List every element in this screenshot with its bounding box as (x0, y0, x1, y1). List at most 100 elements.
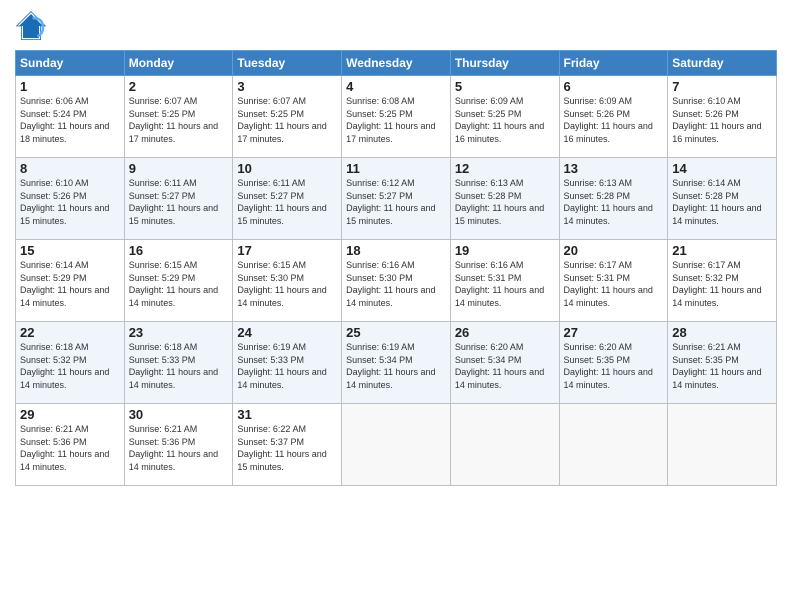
day-number: 23 (129, 325, 229, 340)
calendar-header: SundayMondayTuesdayWednesdayThursdayFrid… (16, 51, 777, 76)
day-info: Sunrise: 6:10 AM Sunset: 5:26 PM Dayligh… (20, 177, 120, 227)
day-info: Sunrise: 6:12 AM Sunset: 5:27 PM Dayligh… (346, 177, 446, 227)
day-info: Sunrise: 6:21 AM Sunset: 5:36 PM Dayligh… (129, 423, 229, 473)
day-number: 17 (237, 243, 337, 258)
day-info: Sunrise: 6:20 AM Sunset: 5:34 PM Dayligh… (455, 341, 555, 391)
week-row-3: 15 Sunrise: 6:14 AM Sunset: 5:29 PM Dayl… (16, 240, 777, 322)
calendar-cell: 1 Sunrise: 6:06 AM Sunset: 5:24 PM Dayli… (16, 76, 125, 158)
day-info: Sunrise: 6:19 AM Sunset: 5:34 PM Dayligh… (346, 341, 446, 391)
day-info: Sunrise: 6:09 AM Sunset: 5:26 PM Dayligh… (564, 95, 664, 145)
day-info: Sunrise: 6:14 AM Sunset: 5:28 PM Dayligh… (672, 177, 772, 227)
day-number: 24 (237, 325, 337, 340)
calendar-body: 1 Sunrise: 6:06 AM Sunset: 5:24 PM Dayli… (16, 76, 777, 486)
day-info: Sunrise: 6:22 AM Sunset: 5:37 PM Dayligh… (237, 423, 337, 473)
week-row-5: 29 Sunrise: 6:21 AM Sunset: 5:36 PM Dayl… (16, 404, 777, 486)
logo (15, 10, 51, 42)
calendar-cell: 6 Sunrise: 6:09 AM Sunset: 5:26 PM Dayli… (559, 76, 668, 158)
calendar-cell (450, 404, 559, 486)
day-info: Sunrise: 6:13 AM Sunset: 5:28 PM Dayligh… (455, 177, 555, 227)
calendar-cell: 18 Sunrise: 6:16 AM Sunset: 5:30 PM Dayl… (342, 240, 451, 322)
calendar-cell (559, 404, 668, 486)
calendar-cell: 3 Sunrise: 6:07 AM Sunset: 5:25 PM Dayli… (233, 76, 342, 158)
day-header-thursday: Thursday (450, 51, 559, 76)
header (15, 10, 777, 42)
day-number: 14 (672, 161, 772, 176)
day-info: Sunrise: 6:21 AM Sunset: 5:36 PM Dayligh… (20, 423, 120, 473)
day-info: Sunrise: 6:15 AM Sunset: 5:30 PM Dayligh… (237, 259, 337, 309)
calendar-cell (668, 404, 777, 486)
day-number: 27 (564, 325, 664, 340)
day-number: 18 (346, 243, 446, 258)
day-number: 31 (237, 407, 337, 422)
calendar-cell: 10 Sunrise: 6:11 AM Sunset: 5:27 PM Dayl… (233, 158, 342, 240)
day-header-monday: Monday (124, 51, 233, 76)
calendar-cell: 22 Sunrise: 6:18 AM Sunset: 5:32 PM Dayl… (16, 322, 125, 404)
calendar-cell: 5 Sunrise: 6:09 AM Sunset: 5:25 PM Dayli… (450, 76, 559, 158)
calendar-cell: 30 Sunrise: 6:21 AM Sunset: 5:36 PM Dayl… (124, 404, 233, 486)
calendar-cell: 26 Sunrise: 6:20 AM Sunset: 5:34 PM Dayl… (450, 322, 559, 404)
calendar-cell: 14 Sunrise: 6:14 AM Sunset: 5:28 PM Dayl… (668, 158, 777, 240)
day-info: Sunrise: 6:15 AM Sunset: 5:29 PM Dayligh… (129, 259, 229, 309)
day-info: Sunrise: 6:07 AM Sunset: 5:25 PM Dayligh… (129, 95, 229, 145)
calendar-cell: 20 Sunrise: 6:17 AM Sunset: 5:31 PM Dayl… (559, 240, 668, 322)
calendar-cell: 7 Sunrise: 6:10 AM Sunset: 5:26 PM Dayli… (668, 76, 777, 158)
day-header-tuesday: Tuesday (233, 51, 342, 76)
day-info: Sunrise: 6:19 AM Sunset: 5:33 PM Dayligh… (237, 341, 337, 391)
calendar-cell: 21 Sunrise: 6:17 AM Sunset: 5:32 PM Dayl… (668, 240, 777, 322)
day-number: 15 (20, 243, 120, 258)
logo-icon (15, 10, 47, 42)
day-header-friday: Friday (559, 51, 668, 76)
day-info: Sunrise: 6:17 AM Sunset: 5:32 PM Dayligh… (672, 259, 772, 309)
calendar-cell: 9 Sunrise: 6:11 AM Sunset: 5:27 PM Dayli… (124, 158, 233, 240)
day-info: Sunrise: 6:16 AM Sunset: 5:31 PM Dayligh… (455, 259, 555, 309)
calendar-cell: 27 Sunrise: 6:20 AM Sunset: 5:35 PM Dayl… (559, 322, 668, 404)
day-info: Sunrise: 6:16 AM Sunset: 5:30 PM Dayligh… (346, 259, 446, 309)
day-info: Sunrise: 6:13 AM Sunset: 5:28 PM Dayligh… (564, 177, 664, 227)
day-info: Sunrise: 6:09 AM Sunset: 5:25 PM Dayligh… (455, 95, 555, 145)
day-info: Sunrise: 6:18 AM Sunset: 5:32 PM Dayligh… (20, 341, 120, 391)
page: SundayMondayTuesdayWednesdayThursdayFrid… (0, 0, 792, 612)
day-number: 1 (20, 79, 120, 94)
day-number: 28 (672, 325, 772, 340)
day-number: 29 (20, 407, 120, 422)
day-number: 13 (564, 161, 664, 176)
week-row-1: 1 Sunrise: 6:06 AM Sunset: 5:24 PM Dayli… (16, 76, 777, 158)
day-number: 10 (237, 161, 337, 176)
day-info: Sunrise: 6:07 AM Sunset: 5:25 PM Dayligh… (237, 95, 337, 145)
day-number: 6 (564, 79, 664, 94)
day-number: 20 (564, 243, 664, 258)
calendar-cell: 17 Sunrise: 6:15 AM Sunset: 5:30 PM Dayl… (233, 240, 342, 322)
day-info: Sunrise: 6:10 AM Sunset: 5:26 PM Dayligh… (672, 95, 772, 145)
day-header-wednesday: Wednesday (342, 51, 451, 76)
calendar-cell: 25 Sunrise: 6:19 AM Sunset: 5:34 PM Dayl… (342, 322, 451, 404)
day-number: 2 (129, 79, 229, 94)
day-number: 5 (455, 79, 555, 94)
day-number: 25 (346, 325, 446, 340)
day-number: 9 (129, 161, 229, 176)
day-info: Sunrise: 6:11 AM Sunset: 5:27 PM Dayligh… (129, 177, 229, 227)
calendar-cell (342, 404, 451, 486)
calendar-cell: 31 Sunrise: 6:22 AM Sunset: 5:37 PM Dayl… (233, 404, 342, 486)
day-info: Sunrise: 6:08 AM Sunset: 5:25 PM Dayligh… (346, 95, 446, 145)
day-number: 7 (672, 79, 772, 94)
day-info: Sunrise: 6:14 AM Sunset: 5:29 PM Dayligh… (20, 259, 120, 309)
day-info: Sunrise: 6:21 AM Sunset: 5:35 PM Dayligh… (672, 341, 772, 391)
calendar-cell: 13 Sunrise: 6:13 AM Sunset: 5:28 PM Dayl… (559, 158, 668, 240)
calendar-cell: 12 Sunrise: 6:13 AM Sunset: 5:28 PM Dayl… (450, 158, 559, 240)
week-row-2: 8 Sunrise: 6:10 AM Sunset: 5:26 PM Dayli… (16, 158, 777, 240)
calendar-cell: 29 Sunrise: 6:21 AM Sunset: 5:36 PM Dayl… (16, 404, 125, 486)
calendar-cell: 16 Sunrise: 6:15 AM Sunset: 5:29 PM Dayl… (124, 240, 233, 322)
day-number: 12 (455, 161, 555, 176)
day-info: Sunrise: 6:11 AM Sunset: 5:27 PM Dayligh… (237, 177, 337, 227)
calendar-cell: 4 Sunrise: 6:08 AM Sunset: 5:25 PM Dayli… (342, 76, 451, 158)
day-number: 16 (129, 243, 229, 258)
day-info: Sunrise: 6:18 AM Sunset: 5:33 PM Dayligh… (129, 341, 229, 391)
calendar-cell: 24 Sunrise: 6:19 AM Sunset: 5:33 PM Dayl… (233, 322, 342, 404)
day-number: 8 (20, 161, 120, 176)
day-number: 26 (455, 325, 555, 340)
header-row: SundayMondayTuesdayWednesdayThursdayFrid… (16, 51, 777, 76)
day-number: 3 (237, 79, 337, 94)
calendar-cell: 23 Sunrise: 6:18 AM Sunset: 5:33 PM Dayl… (124, 322, 233, 404)
day-info: Sunrise: 6:06 AM Sunset: 5:24 PM Dayligh… (20, 95, 120, 145)
calendar-cell: 11 Sunrise: 6:12 AM Sunset: 5:27 PM Dayl… (342, 158, 451, 240)
